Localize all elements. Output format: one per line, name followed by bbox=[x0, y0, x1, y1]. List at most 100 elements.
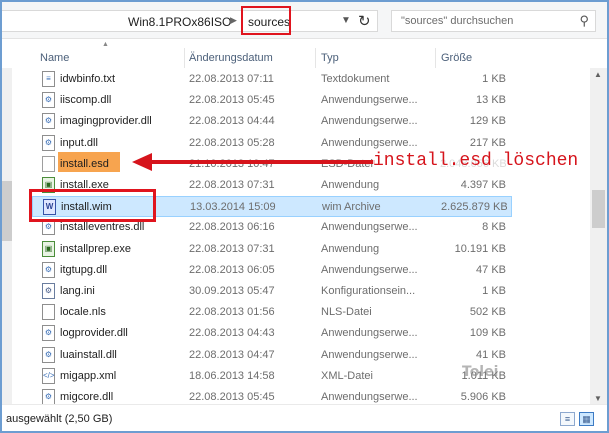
file-date: 22.08.2013 05:45 bbox=[189, 94, 275, 107]
file-type: Textdokument bbox=[321, 73, 390, 85]
file-date: 22.08.2013 05:28 bbox=[189, 136, 275, 149]
file-date: 22.08.2013 05:45 bbox=[189, 391, 275, 403]
refresh-icon[interactable]: ↻ bbox=[358, 12, 371, 30]
file-name: input.dll bbox=[60, 136, 98, 149]
breadcrumb-chevron-icon[interactable]: ▶ bbox=[230, 15, 237, 26]
nls-file-icon bbox=[42, 304, 55, 321]
file-size: 8 KB bbox=[482, 221, 506, 234]
file-date: 22.08.2013 04:43 bbox=[189, 327, 275, 340]
file-type: Anwendung bbox=[321, 179, 380, 191]
file-row[interactable]: locale.nls 22.08.2013 01:56 NLS-Datei 502 K… bbox=[32, 302, 512, 323]
dll-file-icon: ⚙ bbox=[42, 389, 55, 405]
file-row[interactable]: ⚙ imagingprovider.dll 22.08.2013 04:44 Anwe… bbox=[32, 111, 512, 132]
file-row[interactable]: </> migapp.xml 18.06.2013 14:58 XML-Datei 1.… bbox=[32, 366, 512, 387]
status-text: ausgewählt (2,50 GB) bbox=[6, 413, 113, 425]
config-file-icon: ⚙ bbox=[42, 283, 55, 299]
column-header-name[interactable]: Name bbox=[40, 52, 69, 64]
search-box[interactable]: "sources" durchsuchen ⚲ bbox=[391, 10, 596, 32]
breadcrumb-parent[interactable]: Win8.1PROx86ISO bbox=[128, 15, 231, 29]
file-type: Anwendungserwe... bbox=[321, 391, 418, 403]
file-row[interactable]: ⚙ logprovider.dll 22.08.2013 04:43 Anwendun… bbox=[32, 323, 512, 344]
file-date: 22.08.2013 07:11 bbox=[189, 73, 274, 85]
scroll-up-icon[interactable]: ▲ bbox=[594, 70, 602, 79]
watermark: Tolei bbox=[462, 364, 499, 380]
file-name: itgtupg.dll bbox=[60, 263, 108, 276]
file-type: Anwendungserwe... bbox=[321, 348, 418, 361]
column-divider[interactable] bbox=[315, 48, 316, 68]
file-size: 41 KB bbox=[476, 348, 506, 361]
scroll-thumb[interactable] bbox=[592, 190, 605, 228]
file-name: lang.ini bbox=[60, 285, 95, 297]
file-date: 22.08.2013 04:44 bbox=[189, 115, 275, 128]
column-divider[interactable] bbox=[435, 48, 436, 68]
address-history-dropdown-icon[interactable]: ▼ bbox=[341, 15, 351, 26]
file-size: 502 KB bbox=[469, 306, 506, 319]
file-type: Anwendungserwe... bbox=[321, 327, 418, 340]
file-name: installprep.exe bbox=[60, 242, 131, 255]
address-toolbar: Win8.1PROx86ISO ▶ sources ▼ ↻ "sources" … bbox=[2, 2, 607, 39]
file-size: 2.625.879 KB bbox=[441, 201, 507, 214]
file-name: imagingprovider.dll bbox=[60, 115, 152, 128]
file-type: Anwendungserwe... bbox=[321, 221, 418, 234]
file-row[interactable]: ⚙ lang.ini 30.09.2013 05:47 Konfigurationse… bbox=[32, 281, 512, 302]
file-name: installeventres.dll bbox=[60, 221, 145, 234]
file-name: logprovider.dll bbox=[60, 327, 128, 340]
nav-pane-scroll-thumb[interactable] bbox=[2, 181, 12, 241]
file-type: Anwendung bbox=[321, 242, 380, 255]
file-name: iiscomp.dll bbox=[60, 94, 112, 107]
file-date: 22.08.2013 07:31 bbox=[189, 242, 275, 255]
file-name: migcore.dll bbox=[60, 391, 114, 403]
file-date: 22.08.2013 06:16 bbox=[189, 221, 275, 234]
large-icons-view-icon[interactable]: ▦ bbox=[579, 412, 594, 426]
annotation-arrow-icon bbox=[132, 153, 375, 171]
file-row[interactable]: ⚙ itgtupg.dll 22.08.2013 06:05 Anwendungser… bbox=[32, 260, 512, 281]
vertical-scrollbar[interactable] bbox=[590, 68, 607, 404]
file-date: 13.03.2014 15:09 bbox=[190, 201, 276, 214]
address-bar[interactable]: Win8.1PROx86ISO ▶ sources ▼ ↻ bbox=[2, 6, 378, 35]
dll-file-icon: ⚙ bbox=[42, 346, 55, 363]
column-header-size[interactable]: Größe bbox=[441, 52, 472, 64]
file-size: 1 KB bbox=[482, 73, 506, 85]
dll-file-icon: ⚙ bbox=[42, 134, 55, 151]
column-header-type[interactable]: Typ bbox=[321, 52, 339, 64]
status-bar: ausgewählt (2,50 GB) ≡ ▦ bbox=[2, 404, 607, 431]
text-file-icon: ≡ bbox=[42, 71, 55, 87]
file-name: migapp.xml bbox=[60, 369, 117, 382]
file-type: Anwendungserwe... bbox=[321, 115, 418, 128]
file-name: idwbinfo.txt bbox=[60, 73, 116, 85]
file-date: 22.08.2013 04:47 bbox=[189, 348, 275, 361]
file-row[interactable]: ⚙ iiscomp.dll 22.08.2013 05:45 Anwendungser… bbox=[32, 90, 512, 111]
annotation-text: install.esd löschen bbox=[373, 151, 579, 171]
file-type: Konfigurationsein... bbox=[321, 285, 416, 297]
scroll-down-icon[interactable]: ▼ bbox=[594, 394, 602, 403]
file-size: 10.191 KB bbox=[454, 242, 506, 255]
xml-file-icon: </> bbox=[42, 367, 55, 384]
file-date: 22.08.2013 07:31 bbox=[189, 179, 275, 191]
file-type: Anwendungserwe... bbox=[321, 136, 418, 149]
column-header-date[interactable]: Änderungsdatum bbox=[189, 52, 273, 64]
file-type: wim Archive bbox=[322, 201, 381, 214]
dll-file-icon: ⚙ bbox=[42, 325, 55, 342]
details-view-icon[interactable]: ≡ bbox=[560, 412, 575, 426]
esd-file-icon bbox=[42, 155, 55, 172]
file-type: NLS-Datei bbox=[321, 306, 372, 319]
file-name: locale.nls bbox=[60, 306, 106, 319]
column-divider[interactable] bbox=[184, 48, 185, 68]
file-row[interactable]: ⚙ luainstall.dll 22.08.2013 04:47 Anwendung… bbox=[32, 345, 512, 366]
search-icon[interactable]: ⚲ bbox=[579, 13, 589, 29]
file-row[interactable]: ≡ idwbinfo.txt 22.08.2013 07:11 Textdokumen… bbox=[32, 69, 512, 90]
breadcrumb-highlight-frame bbox=[241, 6, 291, 35]
wim-highlight-frame bbox=[29, 189, 156, 222]
file-size: 47 KB bbox=[476, 263, 506, 276]
file-date: 18.06.2013 14:58 bbox=[189, 369, 275, 382]
file-type: XML-Datei bbox=[321, 369, 373, 382]
dll-file-icon: ⚙ bbox=[42, 113, 55, 130]
dll-file-icon: ⚙ bbox=[42, 261, 55, 278]
file-size: 217 KB bbox=[469, 136, 506, 149]
file-size: 109 KB bbox=[469, 327, 506, 340]
file-type: Anwendungserwe... bbox=[321, 94, 418, 107]
file-name: luainstall.dll bbox=[60, 348, 117, 361]
exe-file-icon: ▣ bbox=[42, 240, 55, 257]
file-row[interactable]: ▣ installprep.exe 22.08.2013 07:31 Anwendun… bbox=[32, 239, 512, 260]
file-size: 4.397 KB bbox=[460, 179, 506, 191]
